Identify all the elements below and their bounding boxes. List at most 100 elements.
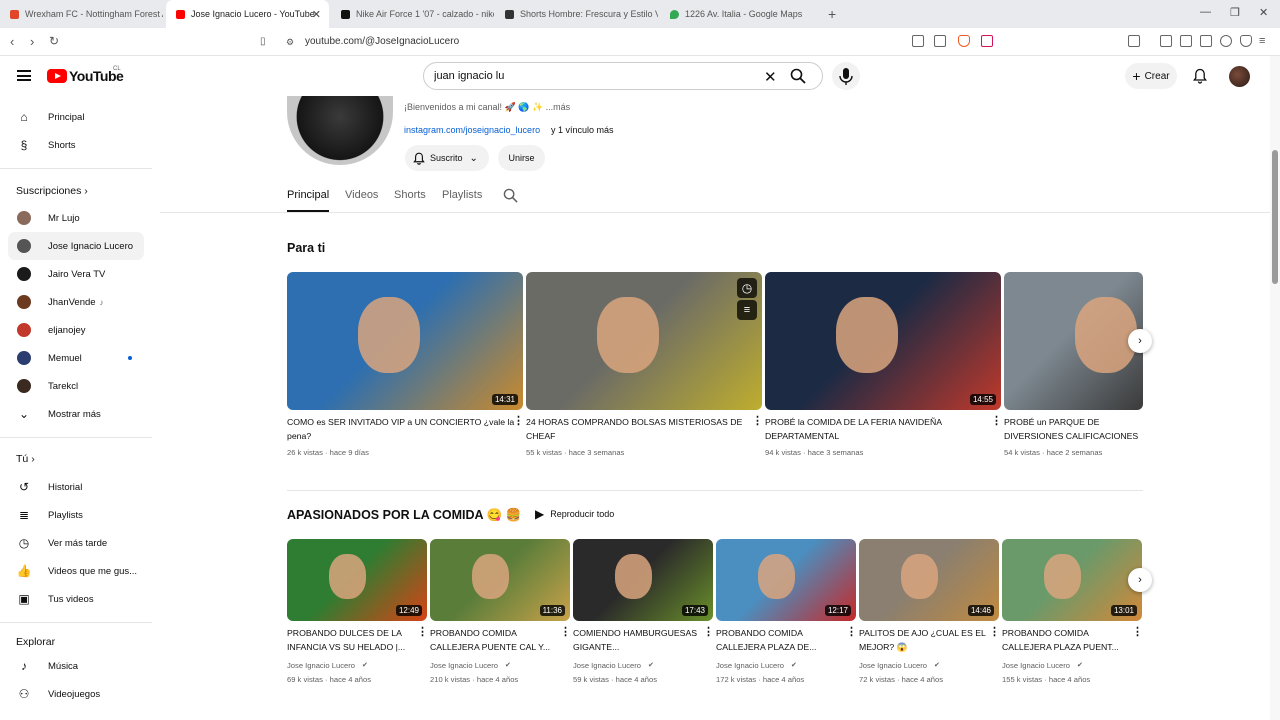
brave-shield-icon[interactable] xyxy=(958,35,970,47)
youtube-logo[interactable]: YouTube CL xyxy=(47,66,124,84)
new-tab-icon[interactable]: + xyxy=(828,6,836,22)
reload-icon[interactable]: ↻ xyxy=(49,34,59,48)
browser-tab[interactable]: 1226 Av. Italia - Google Maps xyxy=(660,0,823,28)
browser-tab-active[interactable]: Jose Ignacio Lucero - YouTube ✕ xyxy=(166,0,329,28)
browser-tab[interactable]: Nike Air Force 1 '07 - calzado - nike xyxy=(331,0,494,28)
channel-avatar[interactable] xyxy=(287,96,393,165)
video-title[interactable]: PROBANDO COMIDA CALLEJERA PLAZA DE... xyxy=(716,626,848,654)
url-field[interactable]: youtube.com/@JoseIgnacioLucero xyxy=(305,36,459,47)
video-channel-name[interactable]: Jose Ignacio Lucero xyxy=(716,661,784,670)
voice-search-button[interactable] xyxy=(832,62,860,90)
video-thumbnail[interactable]: 13:01 xyxy=(1002,539,1142,621)
media-icon[interactable] xyxy=(1160,35,1172,47)
sidebar-item-watch-later[interactable]: ◷ Ver más tarde xyxy=(8,529,144,557)
subscribed-button[interactable]: Suscrito ⌄ xyxy=(405,145,489,171)
account-avatar[interactable] xyxy=(1229,66,1250,87)
shelf-next-button[interactable]: › xyxy=(1128,568,1152,592)
video-thumbnail[interactable]: 12:17 xyxy=(716,539,856,621)
more-actions-icon[interactable]: ⋮ xyxy=(752,414,763,427)
cast-icon[interactable] xyxy=(912,35,924,47)
more-actions-icon[interactable]: ⋮ xyxy=(989,625,1000,638)
video-thumbnail[interactable]: 14:31 xyxy=(287,272,523,410)
sidebar-item-playlists[interactable]: ≣ Playlists xyxy=(8,501,144,529)
more-actions-icon[interactable]: ⋮ xyxy=(703,625,714,638)
more-actions-icon[interactable]: ⋮ xyxy=(417,625,428,638)
play-all-button[interactable]: ▶ Reproducir todo xyxy=(535,507,614,521)
reader-icon[interactable] xyxy=(1128,35,1140,47)
video-thumbnail[interactable] xyxy=(1004,272,1143,410)
video-thumbnail[interactable]: 11:36 xyxy=(430,539,570,621)
close-window-icon[interactable]: ✕ xyxy=(1259,6,1268,19)
bookmark-icon[interactable]: ▯ xyxy=(260,36,266,47)
tab-home[interactable]: Principal xyxy=(287,189,329,201)
sidebar-sub-item[interactable]: Tarekcl xyxy=(8,372,144,400)
sidebar-sub-item[interactable]: Mr Lujo xyxy=(8,204,144,232)
video-thumbnail[interactable]: 12:49 xyxy=(287,539,427,621)
sidebar-item-liked[interactable]: 👍 Videos que me gus... xyxy=(8,557,144,585)
leo-icon[interactable] xyxy=(1220,35,1232,47)
forward-icon[interactable]: › xyxy=(30,34,34,49)
you-heading[interactable]: Tú › xyxy=(16,453,35,465)
back-icon[interactable]: ‹ xyxy=(10,34,14,49)
create-button[interactable]: + Crear xyxy=(1125,63,1177,89)
tab-shorts[interactable]: Shorts xyxy=(394,189,426,201)
channel-description[interactable]: ¡Bienvenidos a mi canal! 🚀 🌎 ✨ ...más xyxy=(404,102,570,113)
video-channel-name[interactable]: Jose Ignacio Lucero xyxy=(287,661,355,670)
join-button[interactable]: Unirse xyxy=(498,145,545,171)
browser-tab[interactable]: Wrexham FC - Nottingham Forest Ar xyxy=(0,0,163,28)
video-title[interactable]: PROBANDO DULCES DE LA INFANCIA VS SU HEL… xyxy=(287,626,419,654)
more-actions-icon[interactable]: ⋮ xyxy=(1132,625,1143,638)
vpn-icon[interactable] xyxy=(1240,35,1252,47)
sidebar-item-shorts[interactable]: § Shorts xyxy=(8,131,144,159)
hamburger-menu-icon[interactable] xyxy=(17,70,31,81)
notifications-bell-icon[interactable] xyxy=(1193,68,1207,84)
watch-later-icon[interactable]: ◷ xyxy=(737,278,757,298)
video-thumbnail[interactable] xyxy=(526,272,762,410)
show-more-button[interactable]: ⌄ Mostrar más xyxy=(8,400,144,428)
sidebar-sub-item-selected[interactable]: Jose Ignacio Lucero xyxy=(8,232,144,260)
more-actions-icon[interactable]: ⋮ xyxy=(991,414,1002,427)
site-info-icon[interactable]: ⚙ xyxy=(286,37,294,48)
sidebar-icon[interactable] xyxy=(1180,35,1192,47)
more-actions-icon[interactable]: ⋮ xyxy=(846,625,857,638)
close-tab-icon[interactable]: ✕ xyxy=(312,8,321,21)
add-to-queue-icon[interactable]: ≡ xyxy=(737,300,757,320)
more-actions-icon[interactable]: ⋮ xyxy=(560,625,571,638)
more-links-link[interactable]: y 1 vínculo más xyxy=(551,125,614,135)
video-channel-name[interactable]: Jose Ignacio Lucero xyxy=(1002,661,1070,670)
tab-playlists[interactable]: Playlists xyxy=(442,189,482,201)
browser-menu-icon[interactable]: ≡ xyxy=(1259,35,1265,47)
rewards-icon[interactable] xyxy=(981,35,993,47)
video-title[interactable]: PROBANDO COMIDA CALLEJERA PLAZA PUENT... xyxy=(1002,626,1134,654)
scroll-thumb[interactable] xyxy=(1272,150,1278,284)
sidebar-item-gaming[interactable]: ⚇ Videojuegos xyxy=(8,680,144,708)
video-thumbnail[interactable]: 14:55 xyxy=(765,272,1001,410)
search-input[interactable] xyxy=(434,70,754,82)
sidebar-sub-item[interactable]: Memuel xyxy=(8,344,144,372)
video-title[interactable]: PROBÉ la COMIDA DE LA FERIA NAVIDEÑA DEP… xyxy=(765,415,993,443)
video-title[interactable]: 24 HORAS COMPRANDO BOLSAS MISTERIOSAS DE… xyxy=(526,415,754,443)
sidebar-item-music[interactable]: ♪ Música xyxy=(8,652,144,680)
sidebar-sub-item[interactable]: eljanojey xyxy=(8,316,144,344)
video-channel-name[interactable]: Jose Ignacio Lucero xyxy=(430,661,498,670)
video-title[interactable]: COMO es SER INVITADO VIP a UN CONCIERTO … xyxy=(287,415,515,443)
channel-search-icon[interactable] xyxy=(503,188,518,203)
video-channel-name[interactable]: Jose Ignacio Lucero xyxy=(573,661,641,670)
video-title[interactable]: PROBANDO COMIDA CALLEJERA PUENTE CAL Y..… xyxy=(430,626,562,654)
sidebar-sub-item[interactable]: Jairo Vera TV xyxy=(8,260,144,288)
browser-tab[interactable]: Shorts Hombre: Frescura y Estilo Ver xyxy=(495,0,658,28)
restore-icon[interactable]: ❐ xyxy=(1230,6,1240,19)
clear-search-icon[interactable]: ✕ xyxy=(764,68,777,86)
video-thumbnail[interactable]: 17:43 xyxy=(573,539,713,621)
subscriptions-heading[interactable]: Suscripciones › xyxy=(16,185,88,197)
tab-videos[interactable]: Videos xyxy=(345,189,378,201)
sidebar-item-your-videos[interactable]: ▣ Tus videos xyxy=(8,585,144,613)
minimize-icon[interactable]: — xyxy=(1200,6,1211,18)
video-title[interactable]: PROBÉ un PARQUE DE DIVERSIONES CALIFICAC… xyxy=(1004,415,1143,443)
video-channel-name[interactable]: Jose Ignacio Lucero xyxy=(859,661,927,670)
video-thumbnail[interactable]: 14:46 xyxy=(859,539,999,621)
video-title[interactable]: PALITOS DE AJO ¿CUAL ES EL MEJOR? 😱 xyxy=(859,626,991,654)
shelf-next-button[interactable]: › xyxy=(1128,329,1152,353)
sidebar-sub-item[interactable]: JhanVende ♪ xyxy=(8,288,144,316)
wallet-icon[interactable] xyxy=(1200,35,1212,47)
